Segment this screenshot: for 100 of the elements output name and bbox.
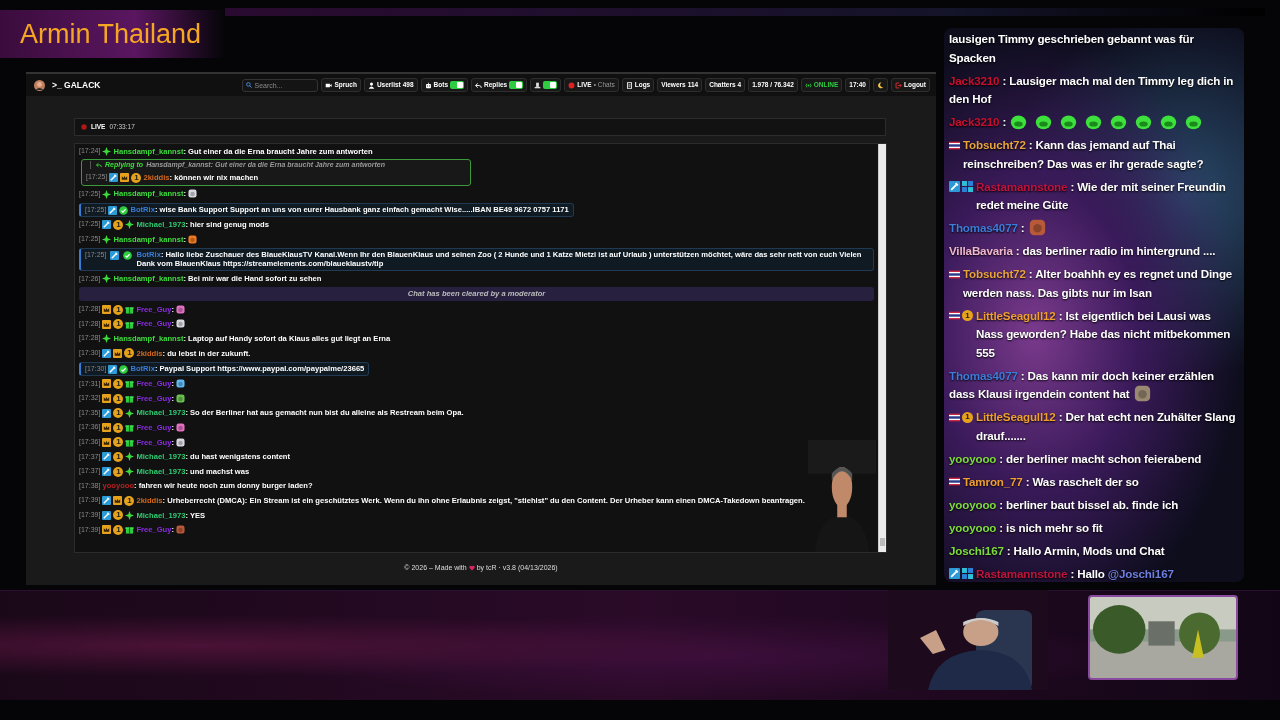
gift-badge-icon [125, 423, 135, 433]
wrench-badge-icon [108, 364, 118, 374]
camera-icon [325, 81, 333, 89]
emote-icon [188, 189, 197, 199]
chat-message: yooyooo : berliner baut bissel ab. finde ich [949, 496, 1179, 513]
crown-badge-icon [113, 496, 123, 506]
user-icon [367, 81, 375, 89]
verified-badge-icon [119, 205, 129, 215]
verified-badge-icon [119, 364, 129, 374]
coin-badge: 1 [113, 378, 124, 389]
coin-badge: 1 [113, 524, 124, 535]
emote-icon [176, 304, 185, 314]
coin-badge: 1 [113, 466, 124, 477]
coin-badge: 1 [131, 172, 142, 183]
coin-badge: 1 [113, 319, 124, 330]
wrench-badge-icon [949, 181, 960, 193]
crown-badge-icon [102, 437, 112, 447]
wrench-badge-icon [102, 496, 112, 506]
wrench-badge-icon [102, 452, 112, 462]
coin-badge: 1 [113, 393, 124, 404]
gift-badge-icon [125, 394, 135, 404]
wrench-badge-icon [102, 408, 112, 418]
grid-badge-icon [962, 568, 973, 580]
emote-icon [1135, 113, 1153, 130]
chat-message: LittleSeagull12 : Ist eigentlich bei Lausi was Nass geworden? Habe das nicht mitbekommen 555 [976, 307, 1232, 361]
theme-button[interactable] [872, 78, 888, 92]
crown-badge-icon [102, 423, 112, 433]
wrench-badge-icon [949, 568, 960, 580]
coin-badge: 1 [113, 219, 124, 230]
wrench-badge-icon [102, 348, 112, 358]
wrench-badge-icon [110, 250, 120, 260]
emote-icon [1133, 385, 1151, 402]
stream-title: Armin Thailand [0, 10, 225, 58]
gift-badge-icon [125, 525, 135, 535]
diamond-badge-icon [125, 510, 135, 520]
emote-icon [1110, 113, 1128, 130]
emote-icon [176, 423, 185, 432]
coin-badge: 1 [113, 510, 124, 521]
chat-message: Joschi167 : Hallo Armin, Mods und Chat [949, 542, 1165, 559]
logout-icon [894, 81, 902, 89]
avatar-icon [34, 79, 45, 91]
flag-icon [949, 268, 960, 280]
wrench-badge-icon [108, 205, 118, 215]
chat-message: lausigen Timmy geschrieben gebannt was für Spacken [949, 31, 1195, 66]
emote-icon [1185, 113, 1203, 130]
wrench-badge-icon [102, 220, 112, 230]
gift-badge-icon [125, 379, 135, 389]
toggle-switch[interactable] [543, 81, 558, 89]
chat-message: Jack3210 : Lausiger mach mal den Timmy leg dich in den Hof [949, 72, 1235, 107]
emote-icon [176, 525, 185, 535]
coin-badge: 1 [113, 408, 124, 419]
grid-badge-icon [962, 181, 973, 193]
channel-name: >_ GALACK [52, 78, 101, 92]
reply-icon [475, 81, 483, 89]
reply-icon [96, 161, 102, 168]
chat-message: Tamron_77 : Was raschelt der so [963, 473, 1139, 490]
mention-link[interactable]: @Joschi167 [1107, 566, 1174, 580]
diamond-badge-icon [102, 189, 112, 199]
gift-badge-icon [125, 305, 135, 315]
moon-icon [876, 81, 884, 89]
coin-badge: 1 [113, 422, 124, 433]
crown-badge-icon [120, 173, 130, 183]
emote-icon [176, 379, 185, 389]
chat-message: Rastamannstone : Hallo @Joschi167 [976, 565, 1174, 582]
scrollbar[interactable] [878, 144, 886, 552]
document-icon [625, 81, 633, 89]
coin-badge: 1 [113, 451, 124, 462]
heart-icon [468, 565, 475, 572]
diamond-badge-icon [102, 234, 112, 244]
live-dot-icon [81, 124, 87, 130]
emote-icon [1085, 113, 1103, 130]
crown-badge-icon [102, 525, 112, 535]
coin-badge: 1 [113, 304, 124, 315]
flag-icon [949, 139, 960, 151]
crown-badge-icon [102, 319, 112, 329]
gift-badge-icon [125, 437, 135, 447]
live-dot-icon [568, 81, 576, 89]
toggle-switch[interactable] [509, 81, 524, 89]
flag-icon [949, 476, 960, 488]
coin-badge: 1 [962, 310, 973, 322]
emote-icon [1010, 113, 1028, 130]
chat-message: Tobsucht72 : Kann das jemand auf Thai reinschreiben? Das was er ihr gerade sagte? [963, 137, 1205, 172]
toggle-button[interactable] [530, 78, 562, 92]
diamond-badge-icon [102, 146, 112, 156]
emote-icon [176, 319, 185, 329]
toggle-switch[interactable] [450, 81, 465, 89]
emote-icon [1028, 219, 1046, 236]
emote-icon [1060, 113, 1078, 130]
diamond-badge-icon [102, 334, 112, 344]
signal-icon [804, 81, 812, 89]
crown-badge-icon [113, 348, 123, 358]
crown-badge-icon [102, 394, 112, 404]
search-icon [246, 82, 253, 88]
chat-message: LittleSeagull12 : Der hat echt nen Zuhälter Slang drauf....... [976, 409, 1237, 444]
emote-icon [188, 234, 197, 244]
flag-icon [949, 411, 960, 423]
chat-message: yooyooo : der berliner macht schon feierabend [949, 450, 1202, 467]
chat-message: Thomas4077 : [949, 219, 1050, 238]
chat-message: Rastamannstone : Wie der mit seiner Freundin redet meine Güte [976, 178, 1227, 213]
diamond-badge-icon [102, 274, 112, 284]
